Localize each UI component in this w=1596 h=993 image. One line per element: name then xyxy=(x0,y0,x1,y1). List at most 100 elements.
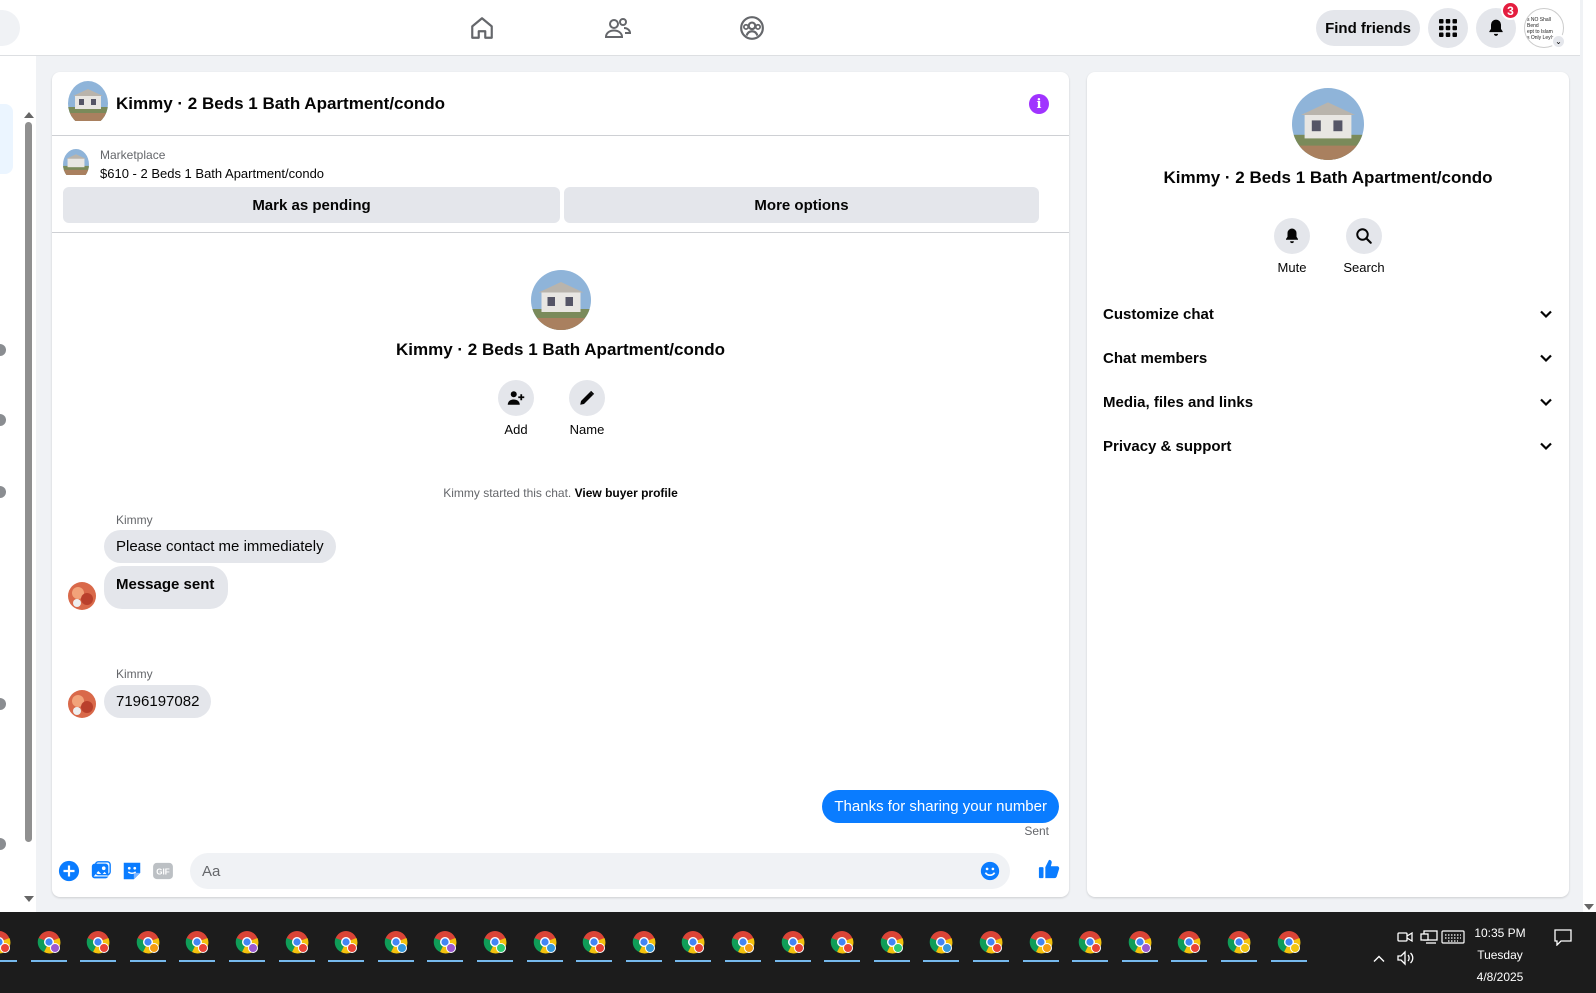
conversation-list-scrollbar[interactable] xyxy=(23,112,35,902)
customize-chat-section[interactable]: Customize chat xyxy=(1103,294,1553,334)
view-buyer-profile-link[interactable]: View buyer profile xyxy=(575,486,678,500)
notifications-button[interactable]: 3 xyxy=(1476,1,1520,48)
chrome-app-icon[interactable] xyxy=(1120,922,1160,962)
listing-thumbnail xyxy=(63,149,89,180)
add-people-button[interactable]: Add xyxy=(486,380,546,437)
notification-count-badge: 3 xyxy=(1501,1,1520,20)
kimmy-avatar[interactable] xyxy=(68,582,96,610)
chrome-app-icon[interactable] xyxy=(1070,922,1110,962)
chrome-app-icon[interactable] xyxy=(971,922,1011,962)
incoming-message-bubble[interactable]: Message sent xyxy=(104,566,229,609)
listing-avatar[interactable] xyxy=(68,81,108,126)
conversation-avatar[interactable] xyxy=(0,486,6,498)
svg-text:GIF: GIF xyxy=(156,868,170,877)
volume-icon[interactable] xyxy=(1396,950,1414,969)
scrollbar-thumb[interactable] xyxy=(25,122,32,842)
photo-icon[interactable] xyxy=(90,860,112,882)
marketplace-listing-row[interactable]: Marketplace $610 - 2 Beds 1 Bath Apartme… xyxy=(52,136,1069,186)
chrome-app-icon[interactable] xyxy=(822,922,862,962)
sticker-icon[interactable] xyxy=(121,860,143,882)
chrome-app-icon[interactable] xyxy=(872,922,912,962)
chrome-app-icon[interactable] xyxy=(326,922,366,962)
name-label: Name xyxy=(569,422,605,437)
add-person-icon xyxy=(498,380,534,416)
conversation-avatar[interactable] xyxy=(0,344,6,356)
chrome-app-icon[interactable] xyxy=(78,922,118,962)
search-icon xyxy=(1346,218,1382,254)
chat-intro-avatar[interactable] xyxy=(530,270,591,330)
emoji-icon[interactable] xyxy=(980,861,1000,881)
mute-button[interactable]: Mute xyxy=(1257,218,1327,275)
account-chevron-down-icon[interactable]: ⌄ xyxy=(1551,34,1566,49)
bell-icon xyxy=(1274,218,1310,254)
conversation-avatar[interactable] xyxy=(0,838,6,850)
search-in-conversation-button[interactable]: Search xyxy=(1329,218,1399,275)
incoming-message-bubble[interactable]: Please contact me immediately xyxy=(104,530,336,563)
chrome-app-icon[interactable] xyxy=(0,922,19,962)
chrome-app-icon[interactable] xyxy=(177,922,217,962)
chat-title[interactable]: Kimmy · 2 Beds 1 Bath Apartment/condo xyxy=(116,94,445,114)
pencil-icon xyxy=(569,380,605,416)
search-box-stub[interactable] xyxy=(0,10,20,46)
chat-header: Kimmy · 2 Beds 1 Bath Apartment/condo i xyxy=(52,72,1069,136)
chat-started-text: Kimmy started this chat. xyxy=(443,486,572,500)
menu-grid-button[interactable] xyxy=(1428,8,1468,48)
media-files-links-section[interactable]: Media, files and links xyxy=(1103,382,1553,422)
clock-day: Tuesday xyxy=(1477,948,1523,962)
chrome-app-icon[interactable] xyxy=(624,922,664,962)
chrome-app-icon[interactable] xyxy=(475,922,515,962)
conversation-avatar[interactable] xyxy=(0,414,6,426)
privacy-support-section[interactable]: Privacy & support xyxy=(1103,426,1553,466)
selected-conversation-highlight[interactable] xyxy=(0,104,13,174)
conversation-avatar[interactable] xyxy=(0,698,6,710)
chrome-app-icon[interactable] xyxy=(525,922,565,962)
name-chat-button[interactable]: Name xyxy=(557,380,617,437)
find-friends-button[interactable]: Find friends xyxy=(1316,10,1420,46)
chrome-app-icon[interactable] xyxy=(29,922,69,962)
chrome-app-icon[interactable] xyxy=(1219,922,1259,962)
chrome-app-icon[interactable] xyxy=(128,922,168,962)
thumbs-up-icon[interactable] xyxy=(1038,858,1060,880)
chevron-up-icon[interactable] xyxy=(1372,952,1386,969)
listing-price-title: $610 - 2 Beds 1 Bath Apartment/condo xyxy=(100,166,325,181)
action-center-icon[interactable] xyxy=(1553,928,1573,949)
chrome-app-icon[interactable] xyxy=(425,922,465,962)
more-options-button[interactable]: More options xyxy=(564,187,1039,223)
grid-icon xyxy=(1439,19,1457,37)
scroll-down-arrow-icon[interactable] xyxy=(1584,904,1594,910)
chrome-app-icon[interactable] xyxy=(723,922,763,962)
page-scrollbar[interactable] xyxy=(1583,0,1596,912)
chrome-app-icon[interactable] xyxy=(921,922,961,962)
chrome-app-icon[interactable] xyxy=(1021,922,1061,962)
info-icon[interactable]: i xyxy=(1029,94,1049,114)
details-avatar[interactable] xyxy=(1292,88,1364,160)
gif-icon[interactable]: GIF xyxy=(152,860,174,882)
mute-label: Mute xyxy=(1277,260,1307,275)
chrome-app-icon[interactable] xyxy=(574,922,614,962)
chrome-app-icon[interactable] xyxy=(1269,922,1309,962)
kimmy-avatar[interactable] xyxy=(68,690,96,718)
groups-icon[interactable] xyxy=(734,10,770,46)
chat-intro-name: Kimmy · 2 Beds 1 Bath Apartment/condo xyxy=(395,340,726,359)
chevron-down-icon xyxy=(1540,442,1552,451)
plus-circle-icon[interactable] xyxy=(58,860,80,882)
incoming-message-bubble[interactable]: 7196197082 xyxy=(104,685,212,718)
network-icon[interactable] xyxy=(1420,930,1438,947)
chrome-app-icon[interactable] xyxy=(227,922,267,962)
mark-as-pending-button[interactable]: Mark as pending xyxy=(63,187,560,223)
friends-icon[interactable] xyxy=(600,10,636,46)
home-icon[interactable] xyxy=(464,10,500,46)
scroll-down-arrow-icon[interactable] xyxy=(24,896,34,902)
meet-now-icon[interactable] xyxy=(1397,930,1413,947)
chat-panel: Kimmy · 2 Beds 1 Bath Apartment/condo i … xyxy=(52,72,1069,897)
chrome-app-icon[interactable] xyxy=(673,922,713,962)
chat-members-section[interactable]: Chat members xyxy=(1103,338,1553,378)
chrome-app-icon[interactable] xyxy=(277,922,317,962)
taskbar-clock[interactable]: 10:35 PM Tuesday 4/8/2025 xyxy=(1452,922,1548,988)
chrome-app-icon[interactable] xyxy=(1169,922,1209,962)
chrome-app-icon[interactable] xyxy=(773,922,813,962)
outgoing-message-bubble[interactable]: Thanks for sharing your number xyxy=(822,790,1059,823)
chrome-app-icon[interactable] xyxy=(376,922,416,962)
message-input[interactable]: Aa xyxy=(190,853,1010,889)
scroll-up-arrow-icon[interactable] xyxy=(24,112,34,118)
